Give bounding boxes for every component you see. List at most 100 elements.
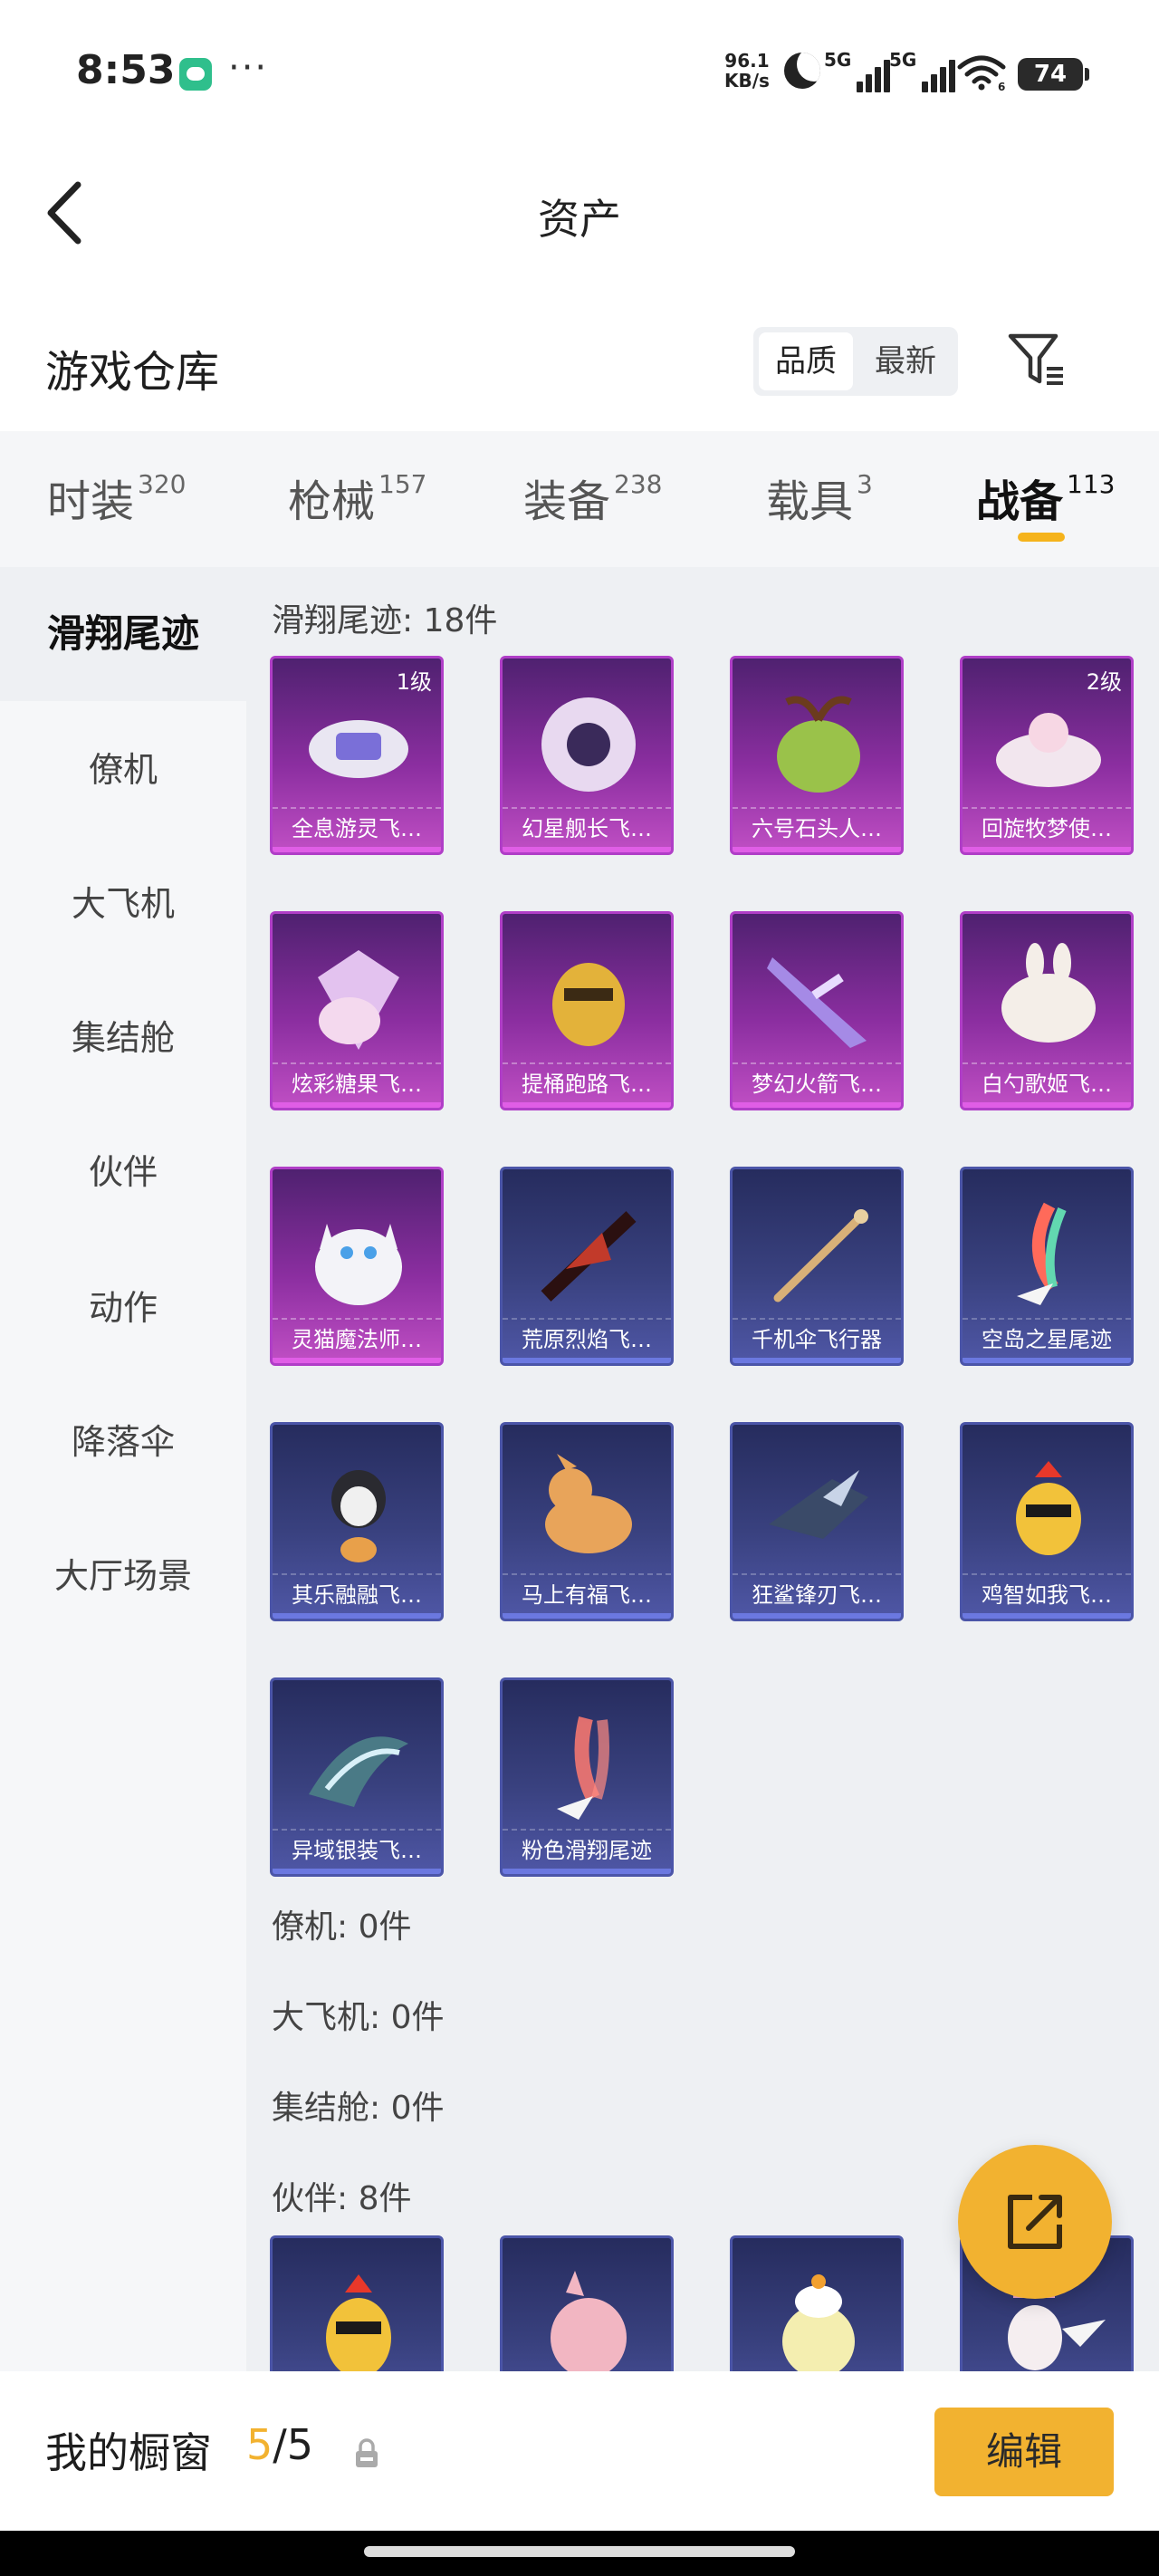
item-card[interactable]: 异域银装飞… [270,1677,444,1877]
item-card[interactable]: 幻星舰长飞… [500,656,674,855]
item-name: 狂鲨锋刃飞… [733,1573,901,1613]
tab-count: 113 [1067,469,1116,499]
tab-label: 载具 [766,476,854,527]
sidebar-item-wingman[interactable]: 僚机 [0,703,246,837]
item-card[interactable]: 2级回旋牧梦使… [960,656,1134,855]
tab-fashion[interactable]: 时装 320 [47,466,186,538]
content-area: 滑翔尾迹 僚机 大飞机 集结舱 伙伴 动作 降落伞 大厅场景 滑翔尾迹: 18件… [0,567,1159,2371]
item-name: 全息游灵飞… [273,807,441,847]
item-name: 荒原烈焰飞… [503,1318,671,1358]
sort-by-newest-button[interactable]: 最新 [858,332,953,390]
filter-button[interactable] [1007,331,1067,390]
tab-label: 战备 [976,476,1064,527]
pony-glider-icon [545,1454,632,1553]
warehouse-title: 游戏仓库 [45,347,220,398]
bee-bucket-glider-icon [552,963,625,1046]
sidebar-item-glide-trail[interactable]: 滑翔尾迹 [0,567,246,701]
penguin-glider-icon [331,1470,386,1562]
dream-rocket-glider-icon [767,957,867,1048]
share-external-icon [1008,2195,1062,2249]
item-name: 异域银装飞… [273,1829,441,1869]
tab-label: 装备 [523,476,611,527]
network-speed-value: 96.1 [724,50,770,72]
item-card[interactable]: 炫彩糖果飞… [270,911,444,1110]
item-card[interactable]: 千机伞飞行器 [730,1167,904,1366]
item-card[interactable]: 荒原烈焰飞… [500,1167,674,1366]
dream-cake-glider-icon [996,713,1101,787]
wifi-icon: 6 [957,55,1006,91]
rarity-bar [273,847,441,852]
item-card[interactable]: 六号石头人… [730,656,904,855]
item-card[interactable]: 狂鲨锋刃飞… [730,1422,904,1621]
subcategory-sidebar: 滑翔尾迹 僚机 大飞机 集结舱 伙伴 动作 降落伞 大厅场景 [0,567,246,2371]
showcase-label: 我的橱窗 [45,2428,212,2477]
item-level-badge: 1级 [396,669,432,695]
more-notifications-icon: ··· [228,47,269,89]
section-heading-wingman: 僚机: 0件 [272,1908,412,1946]
pink-trail-icon [557,1716,609,1820]
item-name: 提桶跑路飞… [503,1062,671,1102]
rarity-bar [503,1358,671,1363]
status-time: 8:53 [76,47,176,93]
home-indicator[interactable] [364,2546,795,2557]
item-card[interactable]: 粉色滑翔尾迹 [500,1677,674,1877]
section-heading-partner: 伙伴: 8件 [272,2180,412,2217]
warehouse-row: 游戏仓库 品质 最新 [0,303,1159,421]
item-card[interactable]: 梦幻火箭飞… [730,911,904,1110]
tab-combat-gear[interactable]: 战备 113 [976,466,1115,538]
showcase-current: 5 [246,2420,273,2469]
sidebar-item-big-plane[interactable]: 大飞机 [0,837,246,971]
sidebar-item-rally-pod[interactable]: 集结舱 [0,971,246,1105]
silver-wing-glider-icon [309,1736,408,1807]
edit-button[interactable]: 编辑 [934,2408,1114,2496]
item-name: 灵猫魔法师… [273,1318,441,1358]
item-card[interactable]: 空岛之星尾迹 [960,1167,1134,1366]
tab-equipment[interactable]: 装备 238 [523,466,662,538]
wechat-icon [179,58,212,91]
tab-firearms[interactable]: 枪械 157 [288,466,426,538]
sidebar-item-emote[interactable]: 动作 [0,1241,246,1375]
rarity-bar [273,1869,441,1874]
lock-icon [356,2438,378,2467]
item-name: 其乐融融飞… [273,1573,441,1613]
sidebar-item-parachute[interactable]: 降落伞 [0,1375,246,1509]
sidebar-item-lobby-scene[interactable]: 大厅场景 [0,1509,246,1643]
tab-vehicles[interactable]: 载具 3 [766,466,873,538]
showcase-count: 5/5 [246,2420,313,2469]
rarity-bar [733,847,901,852]
item-card[interactable]: 提桶跑路飞… [500,911,674,1110]
item-level-badge: 2级 [1086,669,1122,695]
sidebar-item-partner[interactable]: 伙伴 [0,1105,246,1239]
item-card[interactable]: 灵猫魔法师… [270,1167,444,1366]
item-card[interactable]: 其乐融融飞… [270,1422,444,1621]
tab-count: 3 [857,469,873,499]
signal-icon-sim2: 5G [889,49,955,92]
rarity-bar [273,1358,441,1363]
share-button[interactable] [958,2145,1112,2299]
section-heading-rally-pod: 集结舱: 0件 [272,2090,445,2127]
rarity-bar [733,1613,901,1619]
item-card[interactable]: 鸡智如我飞… [960,1422,1134,1621]
tab-label: 枪械 [288,476,376,527]
tab-count: 238 [614,469,663,499]
network-speed: 96.1 KB/s [724,51,770,91]
stone-sprout-glider-icon [777,696,860,793]
rarity-bar [733,1358,901,1363]
partner-card[interactable] [500,2235,674,2371]
tab-label: 时装 [47,476,135,527]
partner-chicken-icon [326,2274,391,2371]
item-name: 回旋牧梦使… [963,807,1131,847]
item-card[interactable]: 1级全息游灵飞… [270,656,444,855]
partner-card[interactable] [270,2235,444,2371]
item-name: 千机伞飞行器 [733,1318,901,1358]
item-card[interactable]: 马上有福飞… [500,1422,674,1621]
header: 资产 [0,145,1159,281]
item-name: 粉色滑翔尾迹 [503,1829,671,1869]
wasteland-flame-glider-icon [541,1211,637,1302]
network-speed-unit: KB/s [724,70,770,91]
sort-by-quality-button[interactable]: 品质 [759,332,853,390]
item-name: 六号石头人… [733,807,901,847]
item-card[interactable]: 白勺歌姬飞… [960,911,1134,1110]
partner-card[interactable] [730,2235,904,2371]
showcase-separator: / [273,2420,287,2469]
